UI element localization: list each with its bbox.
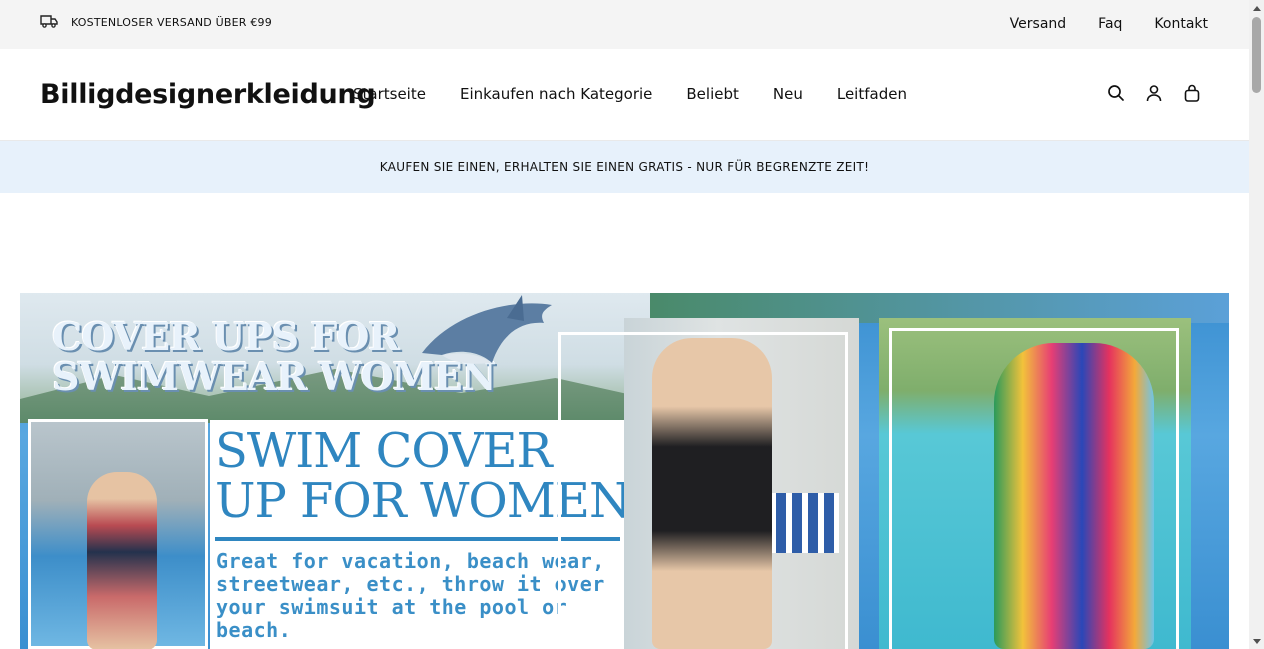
main-nav: Startseite Einkaufen nach Kategorie Beli… [353,85,907,103]
nav-einkaufen-nach-kategorie[interactable]: Einkaufen nach Kategorie [460,85,652,103]
utility-links: Versand Faq Kontakt [1010,16,1208,32]
hero-photo-leopard-coverup [558,318,859,649]
account-icon[interactable] [1145,84,1163,102]
photo-frame [889,328,1179,649]
nav-beliebt[interactable]: Beliebt [686,85,739,103]
link-kontakt[interactable]: Kontakt [1154,16,1208,32]
site-logo[interactable]: Billigdesignerkleidung [40,79,376,110]
search-icon[interactable] [1107,84,1125,102]
hero-photo-mother-child [28,419,208,649]
site-header: Billigdesignerkleidung Startseite Einkau… [0,49,1249,141]
dolphin-illustration [422,295,552,364]
hero-photo-rainbow-coverup [879,318,1191,649]
header-icons [1107,84,1201,102]
free-shipping-notice: KOSTENLOSER VERSAND ÜBER €99 [40,14,272,31]
bag-icon[interactable] [1183,84,1201,102]
promo-text: KAUFEN SIE EINEN, ERHALTEN SIE EINEN GRA… [379,160,870,174]
nav-leitfaden[interactable]: Leitfaden [837,85,907,103]
photo-frame [558,332,848,649]
scroll-up-arrow-icon[interactable] [1253,6,1261,11]
link-faq[interactable]: Faq [1098,16,1122,32]
model-figure [87,472,157,649]
hero-banner[interactable]: COVER UPS FOR SWIMWEAR WOMEN SWIM COVER … [20,293,1229,649]
scroll-down-arrow-icon[interactable] [1253,639,1261,644]
scrollbar-thumb[interactable] [1252,17,1261,93]
truck-icon [40,14,58,31]
promo-banner: KAUFEN SIE EINEN, ERHALTEN SIE EINEN GRA… [0,141,1249,193]
link-versand[interactable]: Versand [1010,16,1067,32]
free-shipping-text: KOSTENLOSER VERSAND ÜBER €99 [71,16,272,29]
announcement-bar: KOSTENLOSER VERSAND ÜBER €99 Versand Faq… [0,0,1249,49]
nav-neu[interactable]: Neu [773,85,803,103]
nav-startseite[interactable]: Startseite [353,85,426,103]
page-scrollbar[interactable] [1249,0,1264,649]
